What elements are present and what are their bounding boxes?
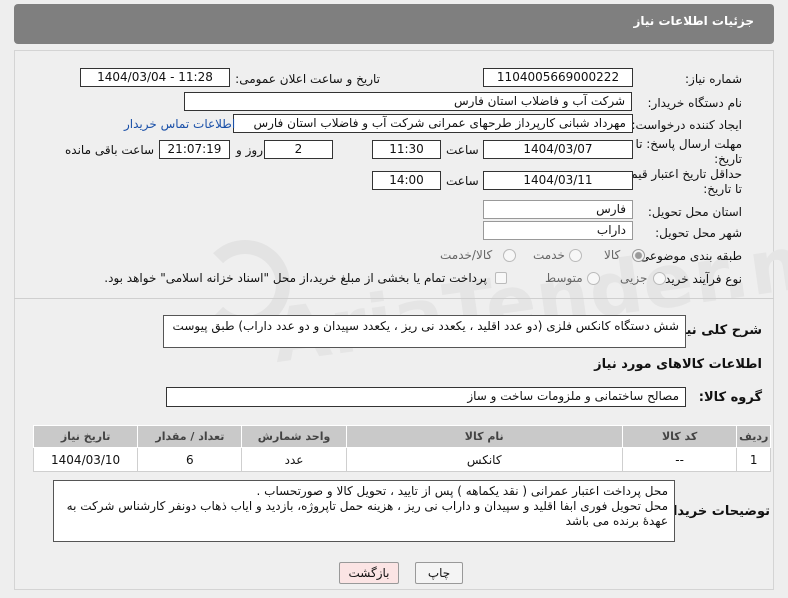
category-radio-goods-service[interactable] bbox=[503, 249, 516, 262]
min-price-time-field: 14:00 bbox=[372, 171, 441, 190]
cell-code: -- bbox=[621, 447, 738, 472]
announce-field: 1404/03/04 - 11:28 bbox=[80, 68, 230, 87]
cell-row: 1 bbox=[736, 447, 771, 472]
creator-label: ایجاد کننده درخواست: bbox=[631, 118, 742, 132]
creator-field: مهرداد شبانی کارپرداز طرحهای عمرانی شرکت… bbox=[233, 114, 633, 133]
process-radio-minor[interactable] bbox=[653, 272, 666, 285]
cell-name: کانکس bbox=[345, 447, 623, 472]
page-title: جزئیات اطلاعات نیاز bbox=[633, 14, 754, 28]
goods-group-field: مصالح ساختمانی و ملزومات ساخت و ساز bbox=[166, 387, 686, 407]
need-number-label: شماره نیاز: bbox=[685, 72, 742, 86]
province-field: فارس bbox=[483, 200, 633, 219]
min-price-hour-label: ساعت bbox=[446, 174, 479, 188]
process-label: نوع فرآیند خرید : bbox=[657, 272, 742, 286]
deadline-hour-label: ساعت bbox=[446, 143, 479, 157]
payment-note: پرداخت تمام یا بخشی از مبلغ خرید،از محل … bbox=[104, 271, 487, 285]
col-unit-header: واحد شمارش bbox=[241, 425, 347, 448]
contact-buyer-link[interactable]: اطلاعات تماس خریدار bbox=[124, 117, 235, 131]
buyer-org-field: شرکت آب و فاضلاب استان فارس bbox=[184, 92, 632, 111]
announce-label: تاریخ و ساعت اعلان عمومی: bbox=[235, 72, 380, 86]
col-name-header: نام کالا bbox=[345, 425, 623, 448]
back-button[interactable]: بازگشت bbox=[339, 562, 399, 584]
buyer-org-label: نام دستگاه خریدار: bbox=[647, 96, 743, 110]
remaining-time-field: 21:07:19 bbox=[159, 140, 230, 159]
process-option-medium: متوسط bbox=[545, 271, 583, 285]
goods-group-label: گروه کالا: bbox=[698, 390, 762, 405]
table-header-row: ردیف کد کالا نام کالا واحد شمارش تعداد /… bbox=[32, 425, 771, 448]
min-price-date-field: 1404/03/11 bbox=[483, 171, 633, 190]
col-row-header: ردیف bbox=[736, 425, 771, 448]
buyer-notes-line-2: محل تحویل فوری ابفا اقلید و سپیدان و دار… bbox=[66, 499, 668, 528]
goods-info-title: اطلاعات کالاهای مورد نیاز bbox=[594, 357, 762, 372]
category-option-goods-service: کالا/خدمت bbox=[440, 248, 493, 262]
header-panel: جزئیات اطلاعات نیاز bbox=[14, 4, 774, 44]
min-price-label-2: تا تاریخ: bbox=[703, 182, 742, 196]
buyer-notes-line-1: محل پرداخت اعتبار عمرانی ( نقد یکماهه ) … bbox=[256, 484, 668, 498]
category-option-goods: کالا bbox=[604, 248, 621, 262]
need-number-field: 1104005669000222 bbox=[483, 68, 633, 87]
buyer-notes-field: محل پرداخت اعتبار عمرانی ( نقد یکماهه ) … bbox=[53, 480, 675, 542]
days-label: روز و bbox=[236, 143, 263, 157]
table-row: 1 -- کانکس عدد 6 1404/03/10 bbox=[32, 447, 771, 472]
category-option-service: خدمت bbox=[533, 248, 565, 262]
print-button[interactable]: چاپ bbox=[415, 562, 463, 584]
treasury-checkbox[interactable] bbox=[495, 272, 507, 284]
description-field: شش دستگاه کانکس فلزی (دو عدد اقلید ، یکع… bbox=[163, 315, 686, 348]
category-radio-goods[interactable] bbox=[632, 249, 645, 262]
buyer-notes-label: توضیحات خریدار: bbox=[660, 504, 770, 519]
deadline-date-field: 1404/03/07 bbox=[483, 140, 633, 159]
cell-unit: عدد bbox=[241, 447, 347, 472]
deadline-label-2: تاریخ: bbox=[714, 152, 742, 166]
city-field: داراب bbox=[483, 221, 633, 240]
category-label: طبقه بندی موضوعی: bbox=[635, 249, 742, 263]
cell-qty: 6 bbox=[137, 447, 243, 472]
col-qty-header: تعداد / مقدار bbox=[137, 425, 243, 448]
process-radio-medium[interactable] bbox=[587, 272, 600, 285]
deadline-label-1: مهلت ارسال پاسخ: تا bbox=[635, 137, 742, 151]
province-label: استان محل تحویل: bbox=[647, 205, 742, 219]
process-option-minor: جزیی bbox=[620, 271, 648, 285]
days-field: 2 bbox=[264, 140, 333, 159]
col-code-header: کد کالا bbox=[621, 425, 738, 448]
category-radio-service[interactable] bbox=[569, 249, 582, 262]
items-table: ردیف کد کالا نام کالا واحد شمارش تعداد /… bbox=[32, 425, 771, 472]
min-price-label-1: حداقل تاریخ اعتبار قیمت: bbox=[615, 167, 742, 181]
deadline-time-field: 11:30 bbox=[372, 140, 441, 159]
remaining-label: ساعت باقی مانده bbox=[65, 143, 155, 157]
cell-date: 1404/03/10 bbox=[32, 447, 139, 472]
divider bbox=[14, 298, 774, 299]
city-label: شهر محل تحویل: bbox=[655, 226, 742, 240]
col-date-header: تاریخ نیاز bbox=[32, 425, 139, 448]
